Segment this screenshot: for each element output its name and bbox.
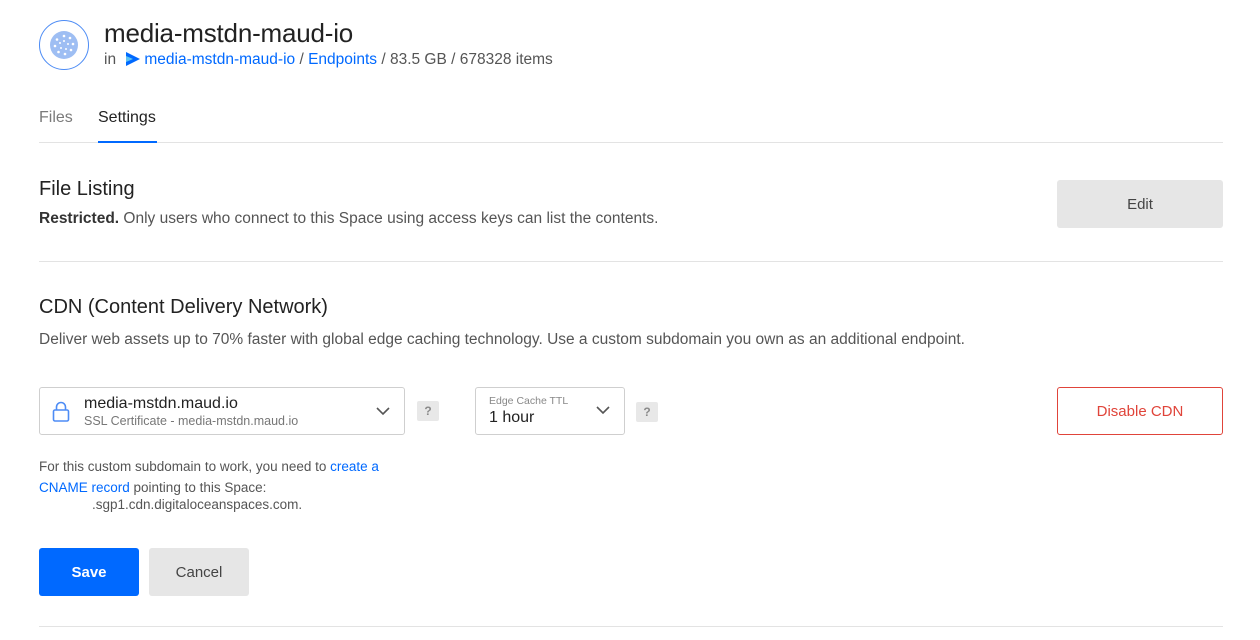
breadcrumb-prefix: in (104, 51, 117, 68)
breadcrumb-endpoints-link[interactable]: Endpoints (308, 51, 377, 68)
tabs-divider (39, 142, 1223, 143)
space-icon (39, 20, 89, 70)
edit-file-listing-button[interactable]: Edit (1057, 180, 1223, 228)
breadcrumb: in media-mstdn-maud-io / Endpoints / 83.… (104, 51, 553, 69)
file-listing-description: Restricted. Only users who connect to th… (39, 210, 658, 228)
edge-cache-ttl-select[interactable]: Edge Cache TTL 1 hour (475, 387, 625, 435)
ttl-help-icon[interactable]: ? (636, 402, 658, 422)
breadcrumb-separator: / (299, 51, 304, 68)
tab-settings[interactable]: Settings (98, 109, 156, 127)
tab-files[interactable]: Files (39, 109, 73, 127)
file-listing-text: Only users who connect to this Space usi… (119, 210, 659, 227)
cdn-description: Deliver web assets up to 70% faster with… (39, 331, 965, 348)
custom-domain-name: media-mstdn.maud.io (84, 395, 238, 412)
lock-icon (52, 401, 70, 422)
breadcrumb-size: / 83.5 GB / 678328 items (381, 51, 553, 68)
cname-note-text-after: pointing to this Space: (129, 480, 267, 495)
chevron-down-icon (376, 407, 390, 416)
section-divider (39, 261, 1223, 262)
ttl-label: Edge Cache TTL (489, 395, 569, 407)
page-title: media-mstdn-maud-io (104, 18, 354, 48)
save-button[interactable]: Save (39, 548, 139, 596)
disable-cdn-button[interactable]: Disable CDN (1057, 387, 1223, 435)
cname-note: For this custom subdomain to work, you n… (39, 456, 409, 498)
cname-note-text: For this custom subdomain to work, you n… (39, 459, 331, 474)
cancel-button[interactable]: Cancel (149, 548, 249, 596)
cname-target-host: .sgp1.cdn.digitaloceanspaces.com. (92, 497, 303, 512)
cdn-title: CDN (Content Delivery Network) (39, 296, 328, 318)
domain-help-icon[interactable]: ? (417, 401, 439, 421)
file-listing-status: Restricted. (39, 210, 120, 227)
breadcrumb-space-link[interactable]: media-mstdn-maud-io (144, 51, 295, 68)
file-listing-title: File Listing (39, 178, 135, 200)
ttl-value: 1 hour (489, 409, 535, 426)
section-divider (39, 626, 1223, 627)
spaces-icon (126, 52, 141, 66)
custom-domain-select[interactable]: media-mstdn.maud.io SSL Certificate - me… (39, 387, 405, 435)
chevron-down-icon (596, 406, 610, 415)
active-tab-indicator (98, 141, 157, 143)
ssl-certificate-label: SSL Certificate - media-mstdn.maud.io (84, 414, 299, 428)
